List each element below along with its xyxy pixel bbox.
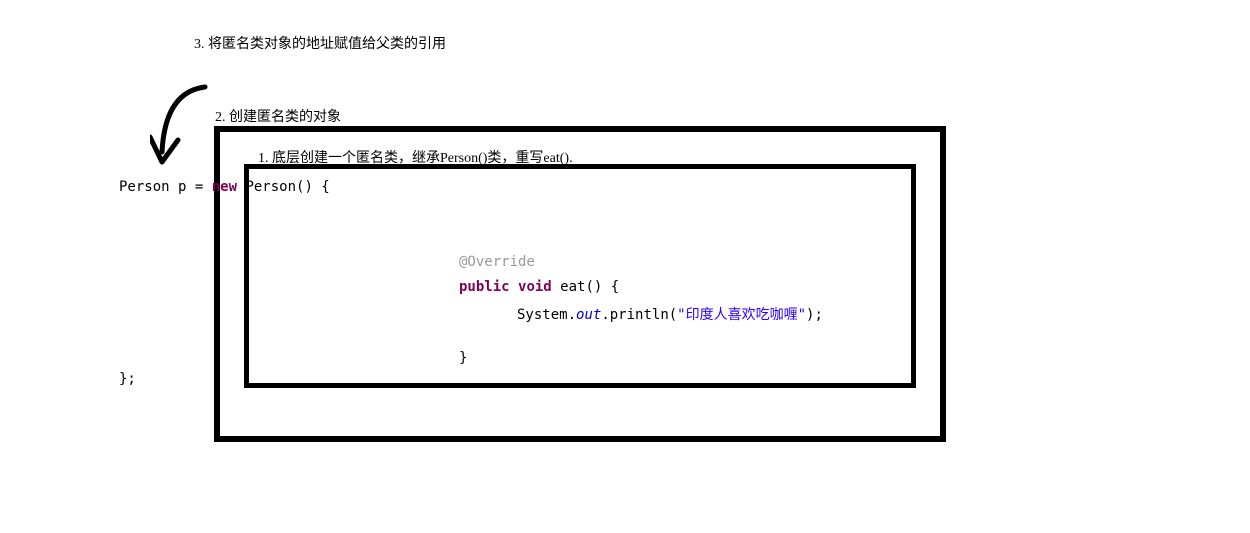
code-end-semicolon: };	[119, 371, 136, 387]
code-text: Person() {	[237, 179, 330, 195]
code-text: Person p =	[119, 179, 212, 195]
keyword-new: new	[212, 179, 237, 195]
inner-box	[244, 164, 916, 388]
code-text: eat() {	[552, 279, 619, 295]
code-text: );	[806, 307, 823, 323]
annotation-step-2: 2. 创建匿名类的对象	[215, 106, 341, 126]
code-println: System.out.println("印度人喜欢吃咖喱");	[517, 304, 823, 324]
annotation-step-1: 1. 底层创建一个匿名类，继承Person()类，重写eat().	[258, 147, 573, 167]
code-string: "印度人喜欢吃咖喱"	[677, 307, 806, 323]
code-declaration: Person p = new Person() {	[119, 179, 330, 195]
keyword-void: void	[518, 279, 552, 295]
keyword-public: public	[459, 279, 510, 295]
code-annotation: @Override	[459, 254, 535, 270]
code-close-brace: }	[459, 350, 467, 366]
code-text: .println(	[601, 307, 677, 323]
code-field-out: out	[576, 307, 601, 323]
annotation-step-3: 3. 将匿名类对象的地址赋值给父类的引用	[194, 33, 446, 53]
code-text: System.	[517, 307, 576, 323]
code-method-sig: public void eat() {	[459, 279, 619, 295]
arrow-icon	[150, 82, 220, 182]
